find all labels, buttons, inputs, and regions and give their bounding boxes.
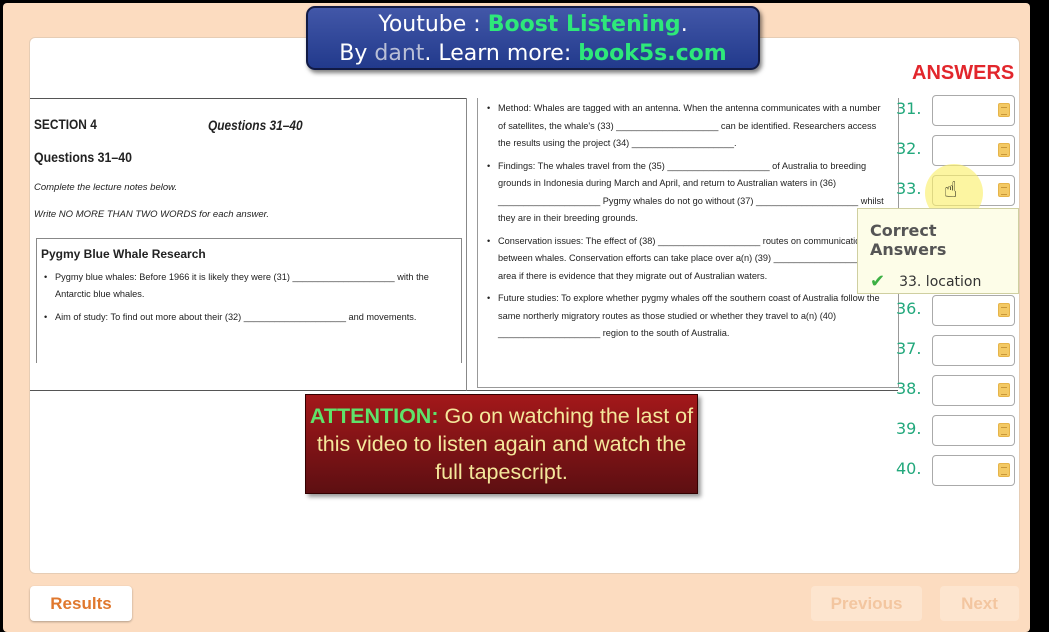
note-icon[interactable]: [998, 423, 1010, 437]
note-item: Method: Whales are tagged with an antenn…: [484, 100, 890, 153]
results-button[interactable]: Results: [30, 586, 132, 621]
note-icon[interactable]: [998, 303, 1010, 317]
previous-button[interactable]: Previous: [811, 586, 922, 621]
note-icon[interactable]: [998, 463, 1010, 477]
question-number: 31.: [896, 99, 922, 118]
site-link: book5s.com: [578, 41, 727, 66]
answer-row: 38.: [896, 375, 1018, 407]
popup-title: Correct Answers: [870, 221, 947, 259]
note-icon[interactable]: [998, 103, 1010, 117]
note-icon[interactable]: [998, 383, 1010, 397]
note-item: Conservation issues: The effect of (38) …: [484, 233, 890, 286]
correct-answers-popup: Correct Answers ✔ 33. location: [857, 208, 1019, 294]
correct-answer: 33. location: [899, 273, 982, 290]
question-number: 36.: [896, 299, 922, 318]
banner-text: Youtube :: [378, 12, 488, 37]
answer-row: 32.: [896, 135, 1018, 167]
author-name: dant: [374, 41, 425, 66]
notes-box: Pygmy Blue Whale Research Pygmy blue wha…: [36, 238, 462, 363]
answer-row: 39.: [896, 415, 1018, 447]
answers-title: ANSWERS: [912, 62, 1015, 84]
instruction: Complete the lecture notes below.: [34, 182, 178, 193]
hand-cursor-icon: ☝: [944, 178, 958, 203]
check-icon: ✔: [870, 271, 886, 292]
note-icon[interactable]: [998, 343, 1010, 357]
note-item: Aim of study: To find out more about the…: [41, 309, 457, 326]
questions-title: Questions 31–40: [34, 149, 132, 165]
question-number: 38.: [896, 379, 922, 398]
note-item: Future studies: To explore whether pygmy…: [484, 290, 890, 343]
note-item: Pygmy blue whales: Before 1966 it is lik…: [41, 269, 457, 303]
banner-text: By: [339, 41, 375, 66]
notes-title: Pygmy Blue Whale Research: [41, 247, 206, 261]
questions-header: Questions 31–40: [208, 117, 303, 133]
note-icon[interactable]: [998, 183, 1010, 197]
question-number: 40.: [896, 459, 922, 478]
promo-banner: Youtube : Boost Listening. By dant. Lear…: [306, 6, 760, 70]
answer-row: 40.: [896, 455, 1018, 487]
answer-row: 36.: [896, 295, 1018, 327]
channel-name: Boost Listening: [487, 12, 681, 37]
banner-text: .: [680, 12, 688, 37]
question-number: 33.: [896, 179, 922, 198]
worksheet-right: Method: Whales are tagged with an antenn…: [466, 98, 899, 391]
note-item: Findings: The whales travel from the (35…: [484, 158, 890, 228]
attention-label: ATTENTION:: [309, 404, 439, 428]
note-icon[interactable]: [998, 143, 1010, 157]
banner-text: . Learn more:: [424, 41, 579, 66]
section-label: SECTION 4: [34, 116, 97, 132]
question-number: 32.: [896, 139, 922, 158]
instruction: Write NO MORE THAN TWO WORDS for each an…: [34, 209, 270, 220]
question-number: 37.: [896, 339, 922, 358]
question-number: 39.: [896, 419, 922, 438]
worksheet-left: SECTION 4 Questions 31–40 Questions 31–4…: [30, 98, 466, 391]
next-button[interactable]: Next: [940, 586, 1019, 621]
answer-row: 37.: [896, 335, 1018, 367]
attention-notice: ATTENTION: Go on watching the last of th…: [305, 394, 698, 494]
answer-row: 31.: [896, 95, 1018, 127]
